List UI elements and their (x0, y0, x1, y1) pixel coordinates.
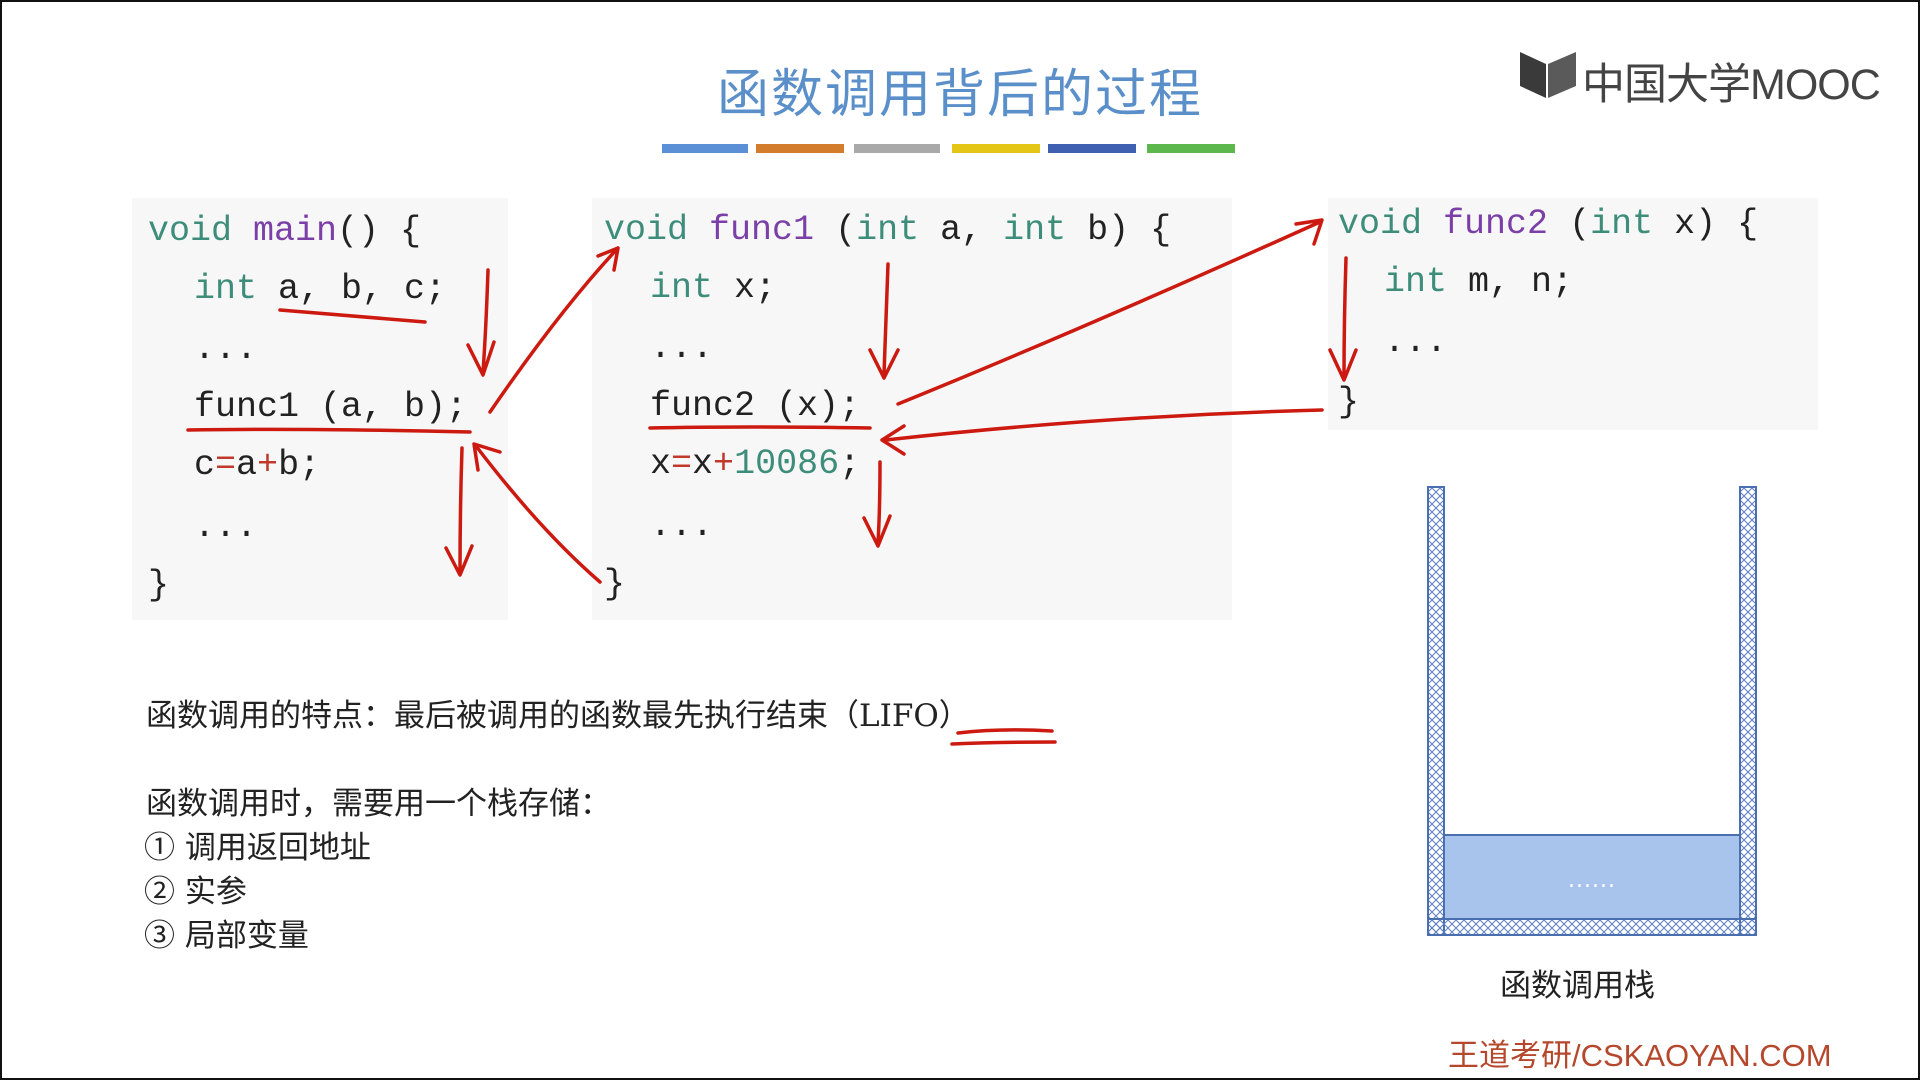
arrow-func1-down-2 (862, 460, 892, 548)
arrow-main-down-2 (444, 446, 474, 577)
arrow-func1-down-1 (868, 262, 900, 380)
arrow-return-func1 (880, 408, 1324, 456)
arrow-return-main (472, 442, 602, 584)
underline-func1-call (186, 427, 472, 434)
arrow-call-func1 (488, 246, 620, 414)
footer-brand: 王道考研/CSKAOYAN.COM (1448, 1038, 1832, 1073)
underline-abc (278, 308, 427, 324)
arrow-func2-down (1328, 256, 1358, 382)
underline-lifo (950, 728, 1057, 746)
underline-func2-call (648, 425, 872, 430)
arrow-call-func2 (896, 218, 1324, 406)
arrow-main-down-1 (466, 268, 496, 377)
annotation-layer (186, 218, 1358, 746)
